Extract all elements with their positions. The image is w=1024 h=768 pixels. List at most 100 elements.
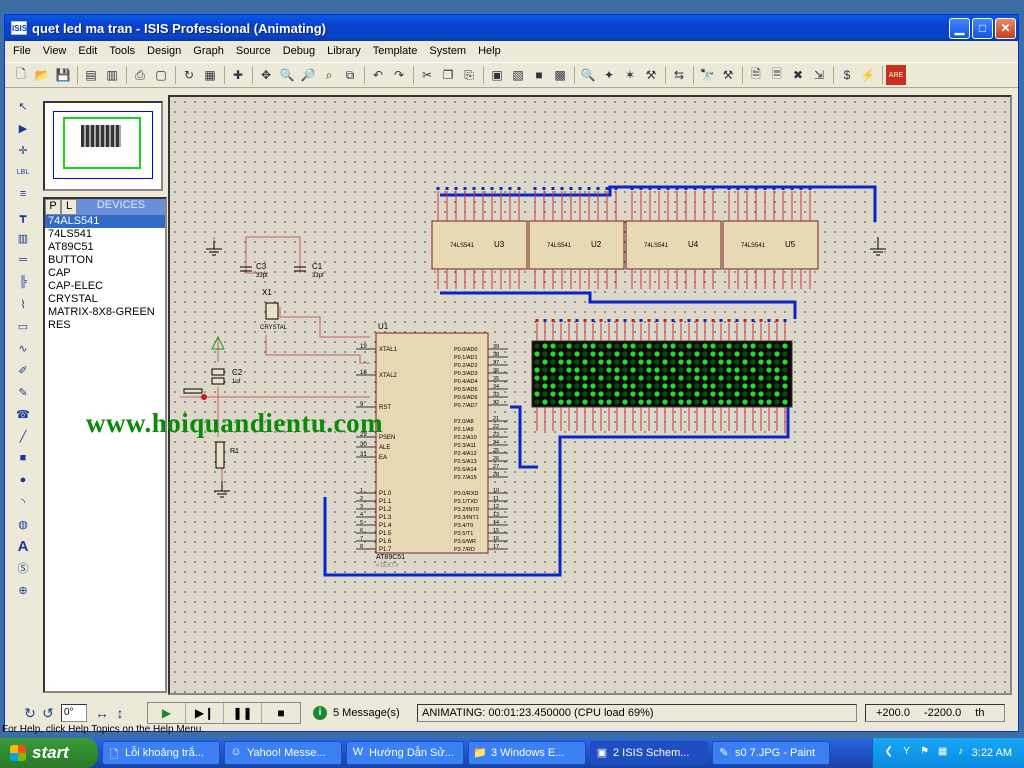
buses-mode-icon[interactable]: ┳ xyxy=(14,207,32,225)
step-icon[interactable]: ▶❙ xyxy=(186,703,224,723)
schematic-canvas[interactable]: C3 33pf C1 33pf X1 CRYSTAL C2 1uf R1 U3 … xyxy=(168,95,1012,695)
mirror-x-icon[interactable]: ↔ xyxy=(93,705,111,721)
taskbar-item[interactable]: 📁 3 Windows E... xyxy=(468,741,586,765)
menu-tools[interactable]: Tools xyxy=(109,45,135,57)
generator-mode-icon[interactable]: ∿ xyxy=(14,339,32,357)
origin-icon[interactable]: ✚ xyxy=(228,65,248,85)
menu-file[interactable]: File xyxy=(13,45,31,57)
voltage-probe-icon[interactable]: ✐ xyxy=(14,361,32,379)
component-mode-icon[interactable]: ▶ xyxy=(14,119,32,137)
close-button[interactable]: ✕ xyxy=(995,17,1016,39)
menu-view[interactable]: View xyxy=(43,45,67,57)
tray-yahoo-icon[interactable]: Y xyxy=(900,746,914,760)
marker-mode-icon[interactable]: ⊕ xyxy=(14,581,32,599)
text-script-mode-icon[interactable]: ≡ xyxy=(14,185,32,203)
new-sheet-icon[interactable]: 🗎 xyxy=(746,65,766,85)
undo-icon[interactable]: ↶ xyxy=(368,65,388,85)
block-delete-icon[interactable]: ▩ xyxy=(550,65,570,85)
menu-template[interactable]: Template xyxy=(373,45,418,57)
symbol-mode-icon[interactable]: Ⓢ xyxy=(14,559,32,577)
open-folder-icon[interactable]: 📂 xyxy=(32,65,52,85)
redo-icon[interactable]: ↷ xyxy=(389,65,409,85)
print-area-icon[interactable]: ▢ xyxy=(151,65,171,85)
pick-devices-button[interactable]: P xyxy=(45,199,61,215)
cut-icon[interactable]: ✂ xyxy=(417,65,437,85)
device-item[interactable]: 74LS541 xyxy=(45,228,165,241)
property-tool-icon[interactable]: ⚒ xyxy=(718,65,738,85)
rotate-ccw-icon[interactable]: ↺ xyxy=(39,705,57,722)
decompose-icon[interactable]: ⚒ xyxy=(641,65,661,85)
current-probe-icon[interactable]: ✎ xyxy=(14,383,32,401)
pick-device-icon[interactable]: 🔍 xyxy=(578,65,598,85)
maximize-button[interactable]: □ xyxy=(972,17,993,39)
paste-icon[interactable]: ⎘ xyxy=(459,65,479,85)
minimize-button[interactable]: ▁ xyxy=(949,17,970,39)
virtual-instruments-icon[interactable]: ☎ xyxy=(14,405,32,423)
taskbar-item[interactable]: 🗋 Lỗi khoảng trắ... xyxy=(102,741,220,765)
pan-icon[interactable]: ✥ xyxy=(256,65,276,85)
tray-network-icon[interactable]: ▦ xyxy=(936,746,950,760)
import-icon[interactable]: ▤ xyxy=(81,65,101,85)
box-mode-icon[interactable]: ■ xyxy=(14,449,32,467)
export-icon[interactable]: ▥ xyxy=(102,65,122,85)
taskbar-item[interactable]: ☺ Yahoo! Messe... xyxy=(224,741,342,765)
menu-edit[interactable]: Edit xyxy=(78,45,97,57)
save-icon[interactable]: 💾 xyxy=(53,65,73,85)
print-icon[interactable]: ⎙ xyxy=(130,65,150,85)
wire-autorouter-icon[interactable]: ⇆ xyxy=(669,65,689,85)
zoom-area-icon[interactable]: ⧉ xyxy=(340,65,360,85)
terminals-mode-icon[interactable]: ═ xyxy=(14,251,32,269)
bill-of-materials-icon[interactable]: $ xyxy=(837,65,857,85)
zoom-all-icon[interactable]: ⌕ xyxy=(319,65,339,85)
tray-volume-icon[interactable]: ♪ xyxy=(954,746,968,760)
graph-mode-icon[interactable]: ⌇ xyxy=(14,295,32,313)
menu-source[interactable]: Source xyxy=(236,45,271,57)
wire-label-mode-icon[interactable]: LBL xyxy=(14,163,32,181)
library-manager-button[interactable]: L xyxy=(61,199,77,215)
device-item[interactable]: 74ALS541 xyxy=(45,215,165,228)
taskbar-item[interactable]: W Hướng Dẫn Sử... xyxy=(346,741,464,765)
electrical-check-icon[interactable]: ⚡ xyxy=(858,65,878,85)
taskbar-item[interactable]: ✎ s0 7.JPG - Paint xyxy=(712,741,830,765)
circle-mode-icon[interactable]: ● xyxy=(14,471,32,489)
tray-flag-icon[interactable]: ⚑ xyxy=(918,746,932,760)
tape-recorder-icon[interactable]: ▭ xyxy=(14,317,32,335)
search-tag-icon[interactable]: 🔭 xyxy=(697,65,717,85)
menu-design[interactable]: Design xyxy=(147,45,181,57)
stop-icon[interactable]: ■ xyxy=(262,703,300,723)
text-mode-icon[interactable]: A xyxy=(14,537,32,555)
play-icon[interactable]: ▶ xyxy=(148,703,186,723)
device-item[interactable]: CAP-ELEC xyxy=(45,280,165,293)
line-mode-icon[interactable]: ╱ xyxy=(14,427,32,445)
new-file-icon[interactable]: 🗋 xyxy=(11,65,31,85)
junction-mode-icon[interactable]: ✛ xyxy=(14,141,32,159)
arc-mode-icon[interactable]: ◝ xyxy=(14,493,32,511)
selection-mode-icon[interactable]: ↖ xyxy=(14,97,32,115)
device-item[interactable]: RES xyxy=(45,319,165,332)
subcircuit-mode-icon[interactable]: ▥ xyxy=(14,229,32,247)
exit-parent-icon[interactable]: ✖ xyxy=(788,65,808,85)
block-copy-icon[interactable]: ▣ xyxy=(487,65,507,85)
menu-system[interactable]: System xyxy=(429,45,466,57)
menu-graph[interactable]: Graph xyxy=(193,45,224,57)
device-item[interactable]: BUTTON xyxy=(45,254,165,267)
copy-icon[interactable]: ❐ xyxy=(438,65,458,85)
device-pins-mode-icon[interactable]: ╠ xyxy=(14,273,32,291)
mirror-y-icon[interactable]: ↕ xyxy=(111,705,129,721)
ares-icon[interactable]: ARE xyxy=(886,65,906,85)
taskbar-item[interactable]: ▣ 2 ISIS Schem... xyxy=(590,741,708,765)
grid-icon[interactable]: ▦ xyxy=(200,65,220,85)
title-bar[interactable]: ISIS quet led ma tran - ISIS Professiona… xyxy=(5,15,1018,41)
remove-sheet-icon[interactable]: 🗏 xyxy=(767,65,787,85)
rotation-angle-field[interactable]: 0° xyxy=(61,704,87,722)
tray-arrow-icon[interactable]: ❮ xyxy=(882,746,896,760)
menu-help[interactable]: Help xyxy=(478,45,501,57)
device-item[interactable]: CRYSTAL xyxy=(45,293,165,306)
zoom-in-icon[interactable]: 🔍 xyxy=(277,65,297,85)
device-item[interactable]: CAP xyxy=(45,267,165,280)
device-item[interactable]: AT89C51 xyxy=(45,241,165,254)
pause-icon[interactable]: ❚❚ xyxy=(224,703,262,723)
zoom-out-icon[interactable]: 🔎 xyxy=(298,65,318,85)
path-mode-icon[interactable]: ◍ xyxy=(14,515,32,533)
overview-window[interactable] xyxy=(43,101,163,191)
